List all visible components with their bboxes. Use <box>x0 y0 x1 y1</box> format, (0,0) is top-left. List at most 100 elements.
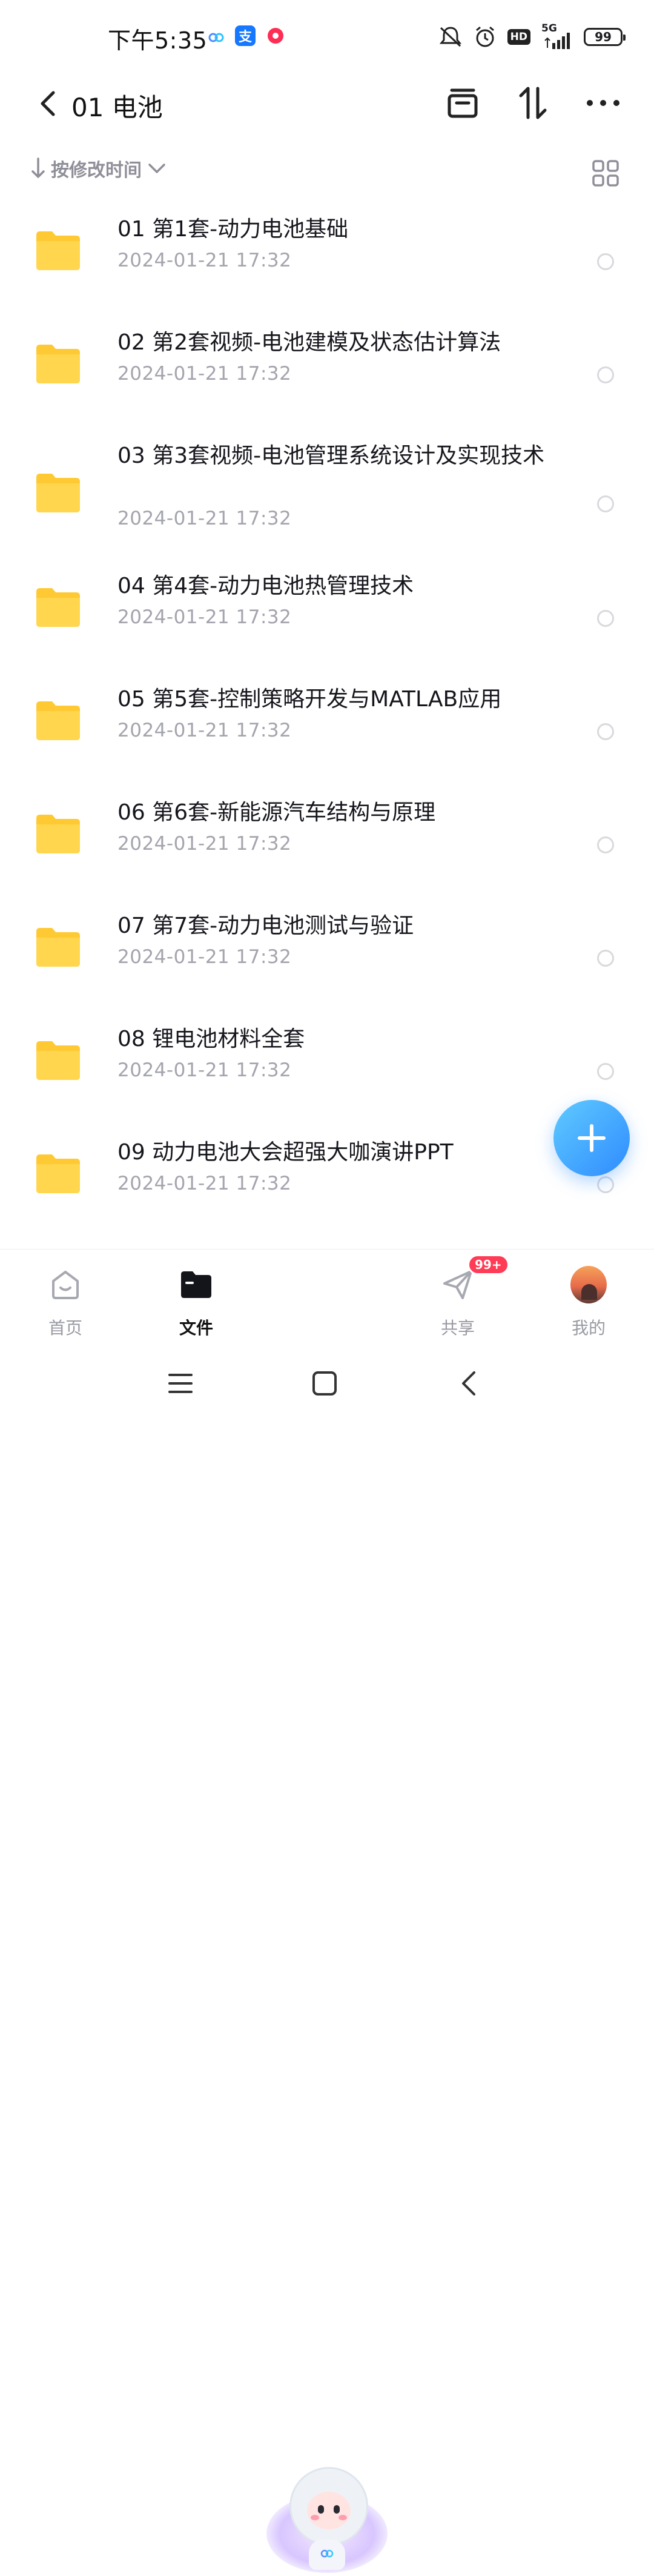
status-time: 下午5:35 <box>108 27 208 54</box>
folder-row[interactable]: 08 锂电池材料全套 2024-01-21 17:32 <box>0 1024 654 1115</box>
folder-icon <box>36 345 80 383</box>
share-badge: 99+ <box>467 1254 509 1275</box>
folder-row[interactable]: 02 第2套视频-电池建模及状态估计算法 2024-01-21 17:32 <box>0 328 654 419</box>
hd-badge: HD <box>507 29 530 45</box>
sort-icon <box>519 87 547 119</box>
back-icon <box>41 91 55 116</box>
folder-date: 2024-01-21 17:32 <box>117 833 292 855</box>
folder-icon <box>36 928 80 967</box>
folder-name: 07 第7套-动力电池测试与验证 <box>117 913 414 938</box>
folder-row[interactable]: 03 第3套视频-电池管理系统设计及实现技术 2024-01-21 17:32 <box>0 441 654 562</box>
nav-share[interactable]: 99+ 共享 <box>409 1250 509 1340</box>
folder-row[interactable]: 06 第6套-新能源汽车结构与原理 2024-01-21 17:32 <box>0 798 654 889</box>
select-radio[interactable] <box>597 1176 614 1193</box>
down-arrow-icon <box>31 157 45 178</box>
nav-files[interactable]: 文件 <box>148 1250 245 1340</box>
system-back-button[interactable] <box>444 1359 493 1408</box>
grid-view-icon <box>592 160 619 187</box>
folder-row[interactable]: 05 第5套-控制策略开发与MATLAB应用 2024-01-21 17:32 <box>0 684 654 775</box>
signal-indicator: 5G <box>541 22 573 49</box>
nav-mine-label: 我的 <box>571 1318 606 1338</box>
more-icon <box>587 100 619 106</box>
chevron-down-icon <box>148 164 165 173</box>
folder-name: 09 动力电池大会超强大咖演讲PPT <box>117 1140 454 1165</box>
folder-icon <box>36 815 80 853</box>
select-radio[interactable] <box>597 836 614 853</box>
folder-name: 06 第6套-新能源汽车结构与原理 <box>117 800 436 825</box>
folder-name: 04 第4套-动力电池热管理技术 <box>117 574 414 598</box>
folder-date: 2024-01-21 17:32 <box>117 606 292 628</box>
mascot-assistant[interactable] <box>266 2467 388 2576</box>
folder-name: 08 锂电池材料全套 <box>117 1027 305 1051</box>
folder-row[interactable]: 01 第1套-动力电池基础 2024-01-21 17:32 <box>0 214 654 305</box>
archive-icon <box>448 88 478 118</box>
select-radio[interactable] <box>597 723 614 740</box>
select-radio[interactable] <box>597 610 614 627</box>
folder-name: 02 第2套视频-电池建模及状态估计算法 <box>117 330 501 355</box>
sort-label: 按修改时间 <box>51 160 142 181</box>
folder-icon <box>36 588 80 627</box>
cloud-logo-icon <box>320 2549 334 2558</box>
mascot-body <box>309 2540 345 2570</box>
folder-date: 2024-01-21 17:32 <box>117 1059 292 1081</box>
bottom-nav: 首页 文件 99+ 共享 我的 <box>0 1249 654 2573</box>
folder-date: 2024-01-21 17:32 <box>117 250 292 271</box>
mascot-cheek <box>311 2515 319 2520</box>
select-radio[interactable] <box>597 1063 614 1080</box>
folder-date: 2024-01-21 17:32 <box>117 508 292 529</box>
sort-order-dropdown[interactable]: 按修改时间 <box>31 155 166 182</box>
nav-home[interactable]: 首页 <box>17 1250 114 1340</box>
signal-icon <box>544 33 570 49</box>
add-button[interactable] <box>553 1100 630 1176</box>
status-icons: HD 5G 99 <box>438 22 626 52</box>
home-button[interactable] <box>300 1359 349 1408</box>
sort-bar: 按修改时间 <box>0 151 654 194</box>
select-radio[interactable] <box>597 950 614 967</box>
video-app-icon <box>268 28 283 44</box>
cloud-app-icon <box>208 33 224 42</box>
folder-name: 05 第5套-控制策略开发与MATLAB应用 <box>117 687 502 712</box>
page-title: 01 电池 <box>71 93 163 122</box>
square-icon <box>312 1371 337 1396</box>
folder-date: 2024-01-21 17:32 <box>117 363 292 385</box>
folder-icon <box>36 231 80 270</box>
alarm-icon <box>475 26 494 47</box>
status-bar: 下午5:35 支 HD 5G 99 <box>0 0 654 73</box>
plus-icon <box>578 1124 606 1152</box>
avatar-image <box>570 1266 607 1303</box>
nav-files-label: 文件 <box>179 1318 213 1338</box>
select-radio[interactable] <box>597 366 614 383</box>
folder-icon <box>36 1041 80 1080</box>
back-button[interactable] <box>27 82 69 125</box>
sort-button[interactable] <box>509 79 557 127</box>
folder-name: 01 第1套-动力电池基础 <box>117 217 349 242</box>
files-icon <box>178 1266 214 1303</box>
home-icon <box>47 1266 84 1303</box>
recent-apps-button[interactable] <box>156 1359 205 1408</box>
menu-icon <box>168 1374 193 1393</box>
folder-icon <box>36 701 80 740</box>
battery-indicator: 99 <box>584 28 626 46</box>
select-radio[interactable] <box>597 253 614 270</box>
mascot-cheek <box>339 2515 347 2520</box>
nav-mine[interactable]: 我的 <box>540 1250 637 1340</box>
folder-icon <box>36 474 80 512</box>
nav-home-label: 首页 <box>48 1318 82 1338</box>
folder-date: 2024-01-21 17:32 <box>117 720 292 741</box>
avatar <box>570 1266 607 1303</box>
archive-button[interactable] <box>438 79 487 127</box>
mascot-head <box>289 2467 368 2546</box>
folder-icon <box>36 1154 80 1193</box>
back-icon <box>462 1371 475 1396</box>
system-nav-bar <box>0 1346 654 1417</box>
folder-name: 03 第3套视频-电池管理系统设计及实现技术 <box>117 443 545 468</box>
more-button[interactable] <box>579 79 627 127</box>
app-header: 01 电池 <box>0 67 654 145</box>
grid-view-button[interactable] <box>587 155 624 191</box>
folder-date: 2024-01-21 17:32 <box>117 946 292 968</box>
folder-row[interactable]: 04 第4套-动力电池热管理技术 2024-01-21 17:32 <box>0 571 654 662</box>
folder-date: 2024-01-21 17:32 <box>117 1173 292 1194</box>
mascot-eye <box>318 2505 324 2514</box>
select-radio[interactable] <box>597 495 614 512</box>
folder-row[interactable]: 07 第7套-动力电池测试与验证 2024-01-21 17:32 <box>0 911 654 1002</box>
